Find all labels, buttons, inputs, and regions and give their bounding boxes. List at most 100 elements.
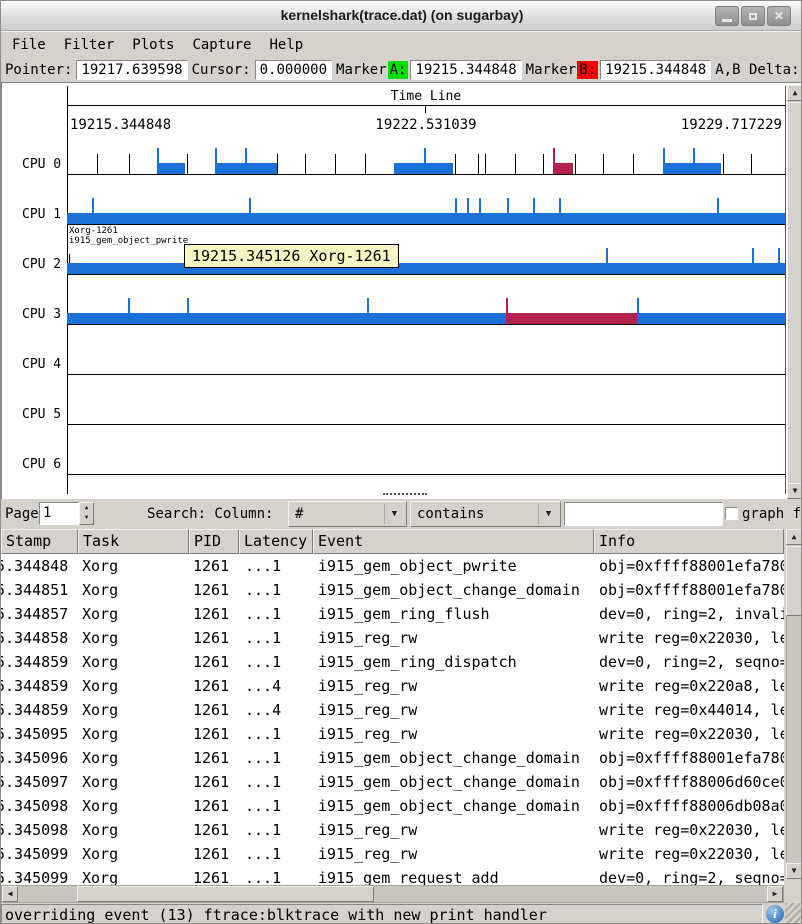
menu-capture[interactable]: Capture [183, 34, 260, 56]
cell-event: i915_reg_rw [318, 725, 417, 743]
page-spinbox[interactable]: 1 [39, 502, 79, 525]
marker-b-label: Marker [526, 62, 577, 78]
idle-tick [543, 154, 544, 174]
event-tick [752, 248, 754, 274]
search-input[interactable] [564, 502, 723, 526]
cell-task: Xorg [82, 581, 118, 599]
task-bar[interactable] [67, 213, 785, 224]
scroll-up-icon[interactable]: ▲ [786, 529, 802, 545]
scroll-right-icon[interactable]: ▶ [767, 886, 783, 902]
graph-follows-label: graph follows [742, 506, 802, 522]
cell-info: obj=0xffff88001efa780 [599, 557, 784, 575]
cell-event: i915_reg_rw [318, 701, 417, 719]
column-header-pid[interactable]: PID [189, 529, 239, 554]
table-vscroll-thumb[interactable] [786, 546, 802, 616]
busy-bar[interactable] [506, 313, 637, 324]
cell-info: obj=0xffff88006d60ce0 [599, 773, 784, 791]
event-tick [157, 148, 159, 174]
cpu-label-5: CPU 5 [22, 407, 61, 422]
marker-b-badge: B: [577, 61, 598, 79]
cell-pid: 1261 [193, 653, 229, 671]
idle-tick [305, 154, 306, 174]
info-icon[interactable]: i [766, 905, 784, 923]
menu-plots[interactable]: Plots [123, 34, 183, 56]
event-tick [606, 248, 608, 274]
table-hscroll-thumb[interactable] [77, 886, 374, 902]
maximize-button[interactable] [741, 6, 765, 26]
table-row[interactable]: 5.344848Xorg1261...1i915_gem_object_pwri… [1, 554, 784, 578]
close-button[interactable]: ✕ [767, 6, 791, 26]
titlebar[interactable]: kernelshark(trace.dat) (on sugarbay) ✕ [1, 1, 802, 31]
task-bar[interactable] [157, 163, 185, 174]
statusbar: overriding event (13) ftrace:blktrace wi… [1, 903, 802, 924]
page-spin-buttons[interactable]: ▲▼ [79, 502, 94, 525]
table-row[interactable]: 5.344851Xorg1261...1i915_gem_object_chan… [1, 578, 784, 602]
chevron-down-icon: ▼ [384, 504, 404, 524]
cell-event: i915_gem_object_change_domain [318, 773, 580, 791]
cursor-value: 0.000000 [255, 60, 332, 80]
scroll-left-icon[interactable]: ◀ [2, 886, 18, 902]
event-tick [245, 148, 247, 174]
table-row[interactable]: 5.345096Xorg1261...1i915_gem_object_chan… [1, 746, 784, 770]
column-header-info[interactable]: Info [594, 529, 784, 554]
menu-help[interactable]: Help [260, 34, 312, 56]
pane-resize-handle[interactable] [383, 493, 427, 495]
status-message: overriding event (13) ftrace:blktrace wi… [1, 904, 763, 924]
table-vscrollbar[interactable]: ▲ ▼ [786, 529, 802, 879]
table-row[interactable]: 5.344858Xorg1261...1i915_reg_rwwrite reg… [1, 626, 784, 650]
idle-tick [365, 154, 366, 174]
match-dropdown[interactable]: contains ▼ [410, 501, 561, 527]
timeline-vscrollbar[interactable]: ▲ ▼ [787, 85, 802, 499]
scroll-up-icon[interactable]: ▲ [787, 85, 802, 101]
column-header-event[interactable]: Event [313, 529, 594, 554]
task-bar[interactable] [67, 263, 785, 274]
table-row[interactable]: 5.345097Xorg1261...1i915_gem_object_chan… [1, 770, 784, 794]
table-row[interactable]: 5.344857Xorg1261...1i915_gem_ring_flushd… [1, 602, 784, 626]
table-row[interactable]: 5.344859Xorg1261...4i915_reg_rwwrite reg… [1, 698, 784, 722]
column-header-task[interactable]: Task [78, 529, 189, 554]
column-header-latency[interactable]: Latency [239, 529, 313, 554]
column-dropdown[interactable]: # ▼ [288, 501, 407, 527]
minimize-button[interactable] [715, 6, 739, 26]
table-row[interactable]: 5.345098Xorg1261...1i915_gem_object_chan… [1, 794, 784, 818]
cell-task: Xorg [82, 677, 118, 695]
table-row[interactable]: 5.345099Xorg1261...1i915_reg_rwwrite reg… [1, 842, 784, 866]
event-tick [424, 148, 426, 174]
table-row[interactable]: 5.345095Xorg1261...1i915_reg_rwwrite reg… [1, 722, 784, 746]
table-row[interactable]: 5.344859Xorg1261...4i915_reg_rwwrite reg… [1, 674, 784, 698]
busy-bar[interactable] [553, 163, 573, 174]
cell-info: obj=0xffff88001efa780 [599, 749, 784, 767]
resize-grip[interactable] [785, 903, 802, 924]
scroll-down-icon[interactable]: ▼ [787, 483, 802, 499]
cell-stamp: 5.345098 [1, 797, 68, 815]
cell-event: i915_reg_rw [318, 821, 417, 839]
cell-info: dev=0, ring=2, seqno= [599, 869, 784, 885]
timeline-vscroll-thumb[interactable] [787, 102, 802, 484]
table-row[interactable]: 5.345099Xorg1261...1i915_gem_request_add… [1, 866, 784, 885]
table-row[interactable]: 5.345098Xorg1261...1i915_reg_rwwrite reg… [1, 818, 784, 842]
task-bar[interactable] [67, 313, 506, 324]
cell-latency: ...1 [245, 773, 281, 791]
table-row[interactable]: 5.344859Xorg1261...1i915_gem_ring_dispat… [1, 650, 784, 674]
menu-filter[interactable]: Filter [55, 34, 124, 56]
event-tick [693, 148, 695, 174]
table-hscrollbar[interactable]: ◀ ▶ [1, 885, 784, 903]
graph-follows-checkbox[interactable] [725, 507, 738, 520]
cpu-baseline-5 [67, 424, 785, 425]
event-tick [367, 298, 369, 324]
column-header-stamp[interactable]: Stamp [1, 529, 78, 554]
timeline-tooltip: 19215.345126 Xorg-1261 [184, 244, 399, 268]
cell-stamp: 5.344858 [1, 629, 68, 647]
event-table[interactable]: 5.344848Xorg1261...1i915_gem_object_pwri… [1, 554, 784, 885]
timeline-pane[interactable]: Time Line 19215.344848 19222.531039 1922… [1, 82, 802, 499]
task-bar[interactable] [637, 313, 785, 324]
task-bar[interactable] [663, 163, 721, 174]
task-annotation-name: Xorg-1261 [69, 226, 118, 236]
scroll-down-icon[interactable]: ▼ [786, 863, 802, 879]
event-tick [507, 198, 509, 224]
cell-pid: 1261 [193, 581, 229, 599]
cell-task: Xorg [82, 749, 118, 767]
cell-info: dev=0, ring=2, invali [599, 605, 784, 623]
menu-file[interactable]: File [3, 34, 55, 56]
busy-event-tick [553, 148, 555, 174]
